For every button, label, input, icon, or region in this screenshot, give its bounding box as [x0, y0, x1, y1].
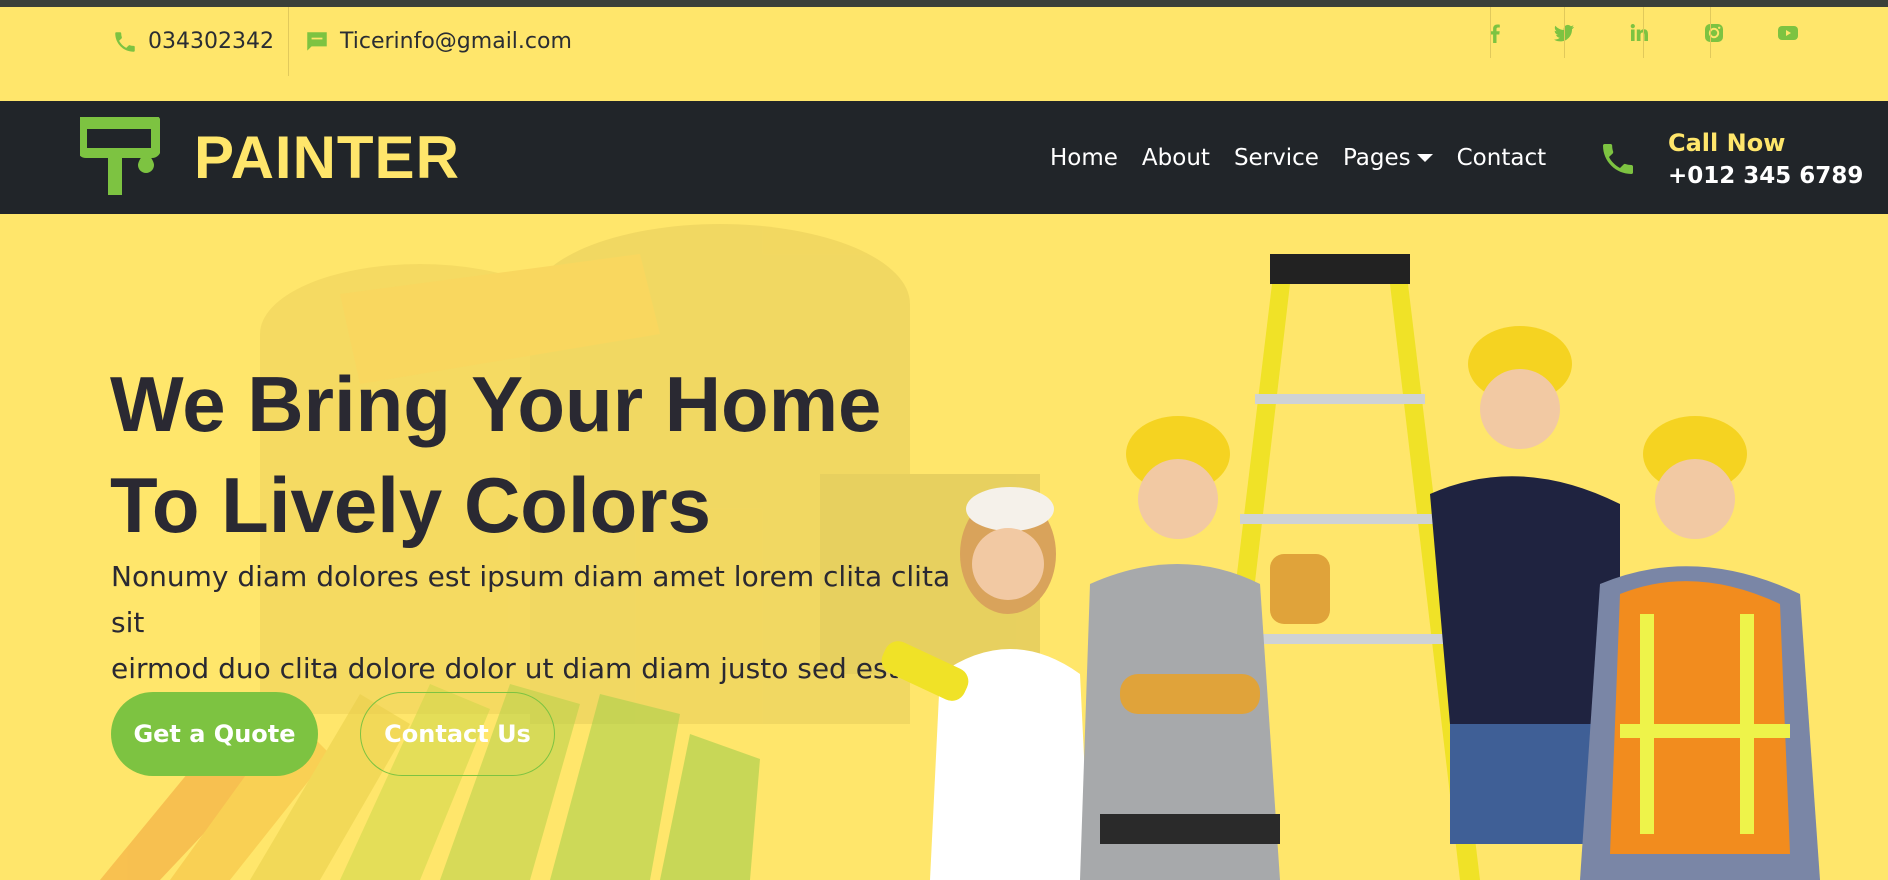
message-icon — [307, 31, 327, 51]
hero-title-line-1: We Bring Your Home — [110, 360, 882, 448]
email-contact[interactable]: Ticerinfo@gmail.com — [304, 7, 572, 76]
call-text: Call Now +012 345 6789 — [1668, 129, 1863, 189]
email-address: Ticerinfo@gmail.com — [340, 29, 572, 54]
brand-name: PAINTER — [194, 123, 460, 191]
caret-down-icon — [1416, 153, 1433, 162]
phone-icon — [1603, 144, 1633, 174]
hero-text-line-1: Nonumy diam dolores est ipsum diam amet … — [111, 560, 951, 639]
divider — [1643, 7, 1644, 58]
call-now-block[interactable]: Call Now +012 345 6789 — [1598, 129, 1863, 189]
topbar: 034302342 Ticerinfo@gmail.com — [0, 7, 1888, 101]
divider — [1564, 7, 1565, 58]
nav-service[interactable]: Service — [1222, 145, 1331, 171]
divider — [1490, 7, 1491, 58]
nav-menu: Home About Service Pages Contact — [1038, 101, 1558, 214]
hero-title-line-2: To Lively Colors — [110, 461, 711, 549]
hero-description: Nonumy diam dolores est ipsum diam amet … — [111, 554, 971, 692]
phone-icon — [115, 31, 135, 52]
top-strip — [0, 0, 1888, 7]
hero-text-line-2: eirmod duo clita dolore dolor ut diam di… — [111, 652, 899, 685]
worker-woman — [881, 487, 1090, 880]
phone-contact[interactable]: 034302342 — [112, 7, 274, 76]
call-number: +012 345 6789 — [1668, 163, 1864, 189]
phone-number: 034302342 — [148, 29, 274, 54]
nav-pages-dropdown[interactable]: Pages — [1331, 145, 1445, 171]
instagram-link[interactable] — [1684, 7, 1744, 58]
worker-man-safety-vest — [1580, 416, 1820, 880]
youtube-icon — [1778, 25, 1798, 40]
paint-roller-icon — [80, 117, 160, 195]
youtube-link[interactable] — [1758, 7, 1818, 58]
contact-us-button[interactable]: Contact Us — [360, 692, 555, 776]
facebook-link[interactable] — [1465, 7, 1525, 58]
nav-about[interactable]: About — [1130, 145, 1222, 171]
divider — [288, 7, 289, 76]
nav-contact[interactable]: Contact — [1445, 145, 1558, 171]
call-label: Call Now — [1668, 129, 1786, 157]
instagram-icon — [1705, 23, 1723, 42]
brand-logo[interactable]: PAINTER — [80, 117, 460, 197]
main-navbar: PAINTER Home About Service Pages Contact… — [0, 101, 1888, 214]
linkedin-link[interactable] — [1609, 7, 1669, 58]
facebook-icon — [1490, 24, 1500, 43]
linkedin-icon — [1630, 23, 1648, 41]
nav-home[interactable]: Home — [1038, 145, 1130, 171]
workers-photo — [881, 254, 1820, 880]
hero-section: We Bring Your Home To Lively Colors Nonu… — [0, 214, 1888, 880]
nav-pages-label: Pages — [1342, 144, 1411, 171]
divider — [1710, 7, 1711, 58]
get-quote-button[interactable]: Get a Quote — [111, 692, 318, 776]
